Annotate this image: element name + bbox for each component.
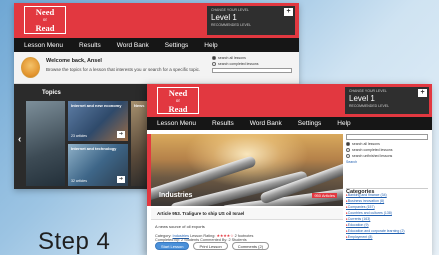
arrow-right-icon[interactable]: ➜ (117, 176, 125, 183)
site-header: Need or Read CHANGE YOUR LEVEL Level 1 R… (14, 3, 299, 38)
search-option-completed[interactable]: search completed lessons (346, 148, 428, 152)
search-option-completed[interactable]: search completed lessons (212, 62, 292, 66)
site-logo[interactable]: Need or Read (157, 87, 199, 114)
main-nav: Lesson Menu Results Word Bank Settings H… (147, 117, 432, 130)
search-input[interactable] (212, 68, 292, 73)
site-header: Need or Read CHANGE YOUR LEVEL Level 1 R… (147, 84, 432, 117)
search-option-all[interactable]: search all lessons (212, 56, 292, 60)
welcome-title: Welcome back, Ansel (46, 58, 102, 64)
article-source: A news source of oil exports (155, 224, 205, 229)
nav-help[interactable]: Help (337, 120, 350, 127)
search-option-unfinished[interactable]: search unfinished lessons (346, 154, 428, 158)
site-logo[interactable]: Need or Read (24, 6, 66, 34)
level-plus-icon[interactable]: + (284, 8, 293, 16)
logo-line-3: Read (35, 22, 55, 33)
welcome-text: Browse the topics for a lesson that inte… (46, 67, 201, 72)
topic-title: Industries (159, 192, 193, 199)
level-sub: RECOMMENDED LEVEL (349, 104, 390, 108)
nav-word-bank[interactable]: Word Bank (250, 120, 282, 127)
start-lesson-button[interactable]: Start Lesson (155, 242, 190, 250)
categories-list: Banking and finance (34) Business innova… (346, 192, 428, 240)
carousel-prev-icon[interactable]: ‹ (18, 134, 21, 145)
search-options: search all lessons search completed less… (212, 56, 292, 73)
topic-hero-image: Industries 950 Articles (151, 134, 343, 206)
article-title[interactable]: Article 953. Traligure to ship US oil Is… (157, 211, 244, 216)
topic-tile[interactable] (26, 101, 65, 186)
level-value: Level 1 (211, 13, 237, 22)
nav-word-bank[interactable]: Word Bank (117, 42, 149, 49)
radio-icon (212, 56, 216, 60)
comments-button[interactable]: Comments (2) (231, 242, 270, 250)
logo-line-3: Read (168, 103, 188, 114)
logo-line-1: Need (168, 88, 188, 98)
avatar (21, 57, 40, 78)
level-value: Level 1 (349, 94, 375, 103)
level-plus-icon[interactable]: + (418, 89, 427, 97)
nav-lesson-menu[interactable]: Lesson Menu (24, 42, 63, 49)
screenshot-topic-page: Need or Read CHANGE YOUR LEVEL Level 1 R… (147, 84, 432, 255)
welcome-panel: Welcome back, Ansel Browse the topics fo… (14, 52, 299, 84)
nav-results[interactable]: Results (79, 42, 101, 49)
categories-header: Categories (346, 178, 428, 195)
nav-settings[interactable]: Settings (165, 42, 189, 49)
logo-line-1: Need (35, 7, 55, 17)
radio-icon (346, 148, 350, 152)
nav-settings[interactable]: Settings (298, 120, 322, 127)
print-lesson-button[interactable]: Print Lesson (193, 242, 228, 250)
topics-title: Topics (42, 90, 61, 96)
sidebar-search: search all lessons search completed less… (346, 134, 428, 164)
category-item[interactable]: Employment (8) (346, 234, 428, 240)
radio-icon (346, 142, 350, 146)
article-header: Article 953. Traligure to ship US oil Is… (151, 208, 343, 220)
search-button[interactable]: Search (346, 160, 428, 164)
nav-lesson-menu[interactable]: Lesson Menu (157, 120, 196, 127)
article-actions: Start Lesson Print Lesson Comments (2) (155, 242, 270, 250)
nav-results[interactable]: Results (212, 120, 234, 127)
arrow-right-icon[interactable]: ➜ (117, 131, 125, 138)
topic-tile[interactable]: Internet and technology 32 articles ➜ (68, 144, 128, 186)
step-label: Step 4 (38, 228, 111, 255)
radio-icon (346, 154, 350, 158)
search-option-all[interactable]: search all lessons (346, 142, 428, 146)
level-sub: RECOMMENDED LEVEL (211, 23, 252, 27)
topic-tile[interactable]: Internet and new economy 23 articles ➜ (68, 101, 128, 141)
nav-help[interactable]: Help (204, 42, 217, 49)
radio-icon (212, 62, 216, 66)
article-count-badge: 950 Articles (312, 193, 337, 198)
level-selector[interactable]: CHANGE YOUR LEVEL Level 1 RECOMMENDED LE… (207, 6, 295, 35)
search-input[interactable] (346, 134, 428, 140)
level-selector[interactable]: CHANGE YOUR LEVEL Level 1 RECOMMENDED LE… (345, 87, 429, 114)
main-nav: Lesson Menu Results Word Bank Settings H… (14, 38, 299, 52)
